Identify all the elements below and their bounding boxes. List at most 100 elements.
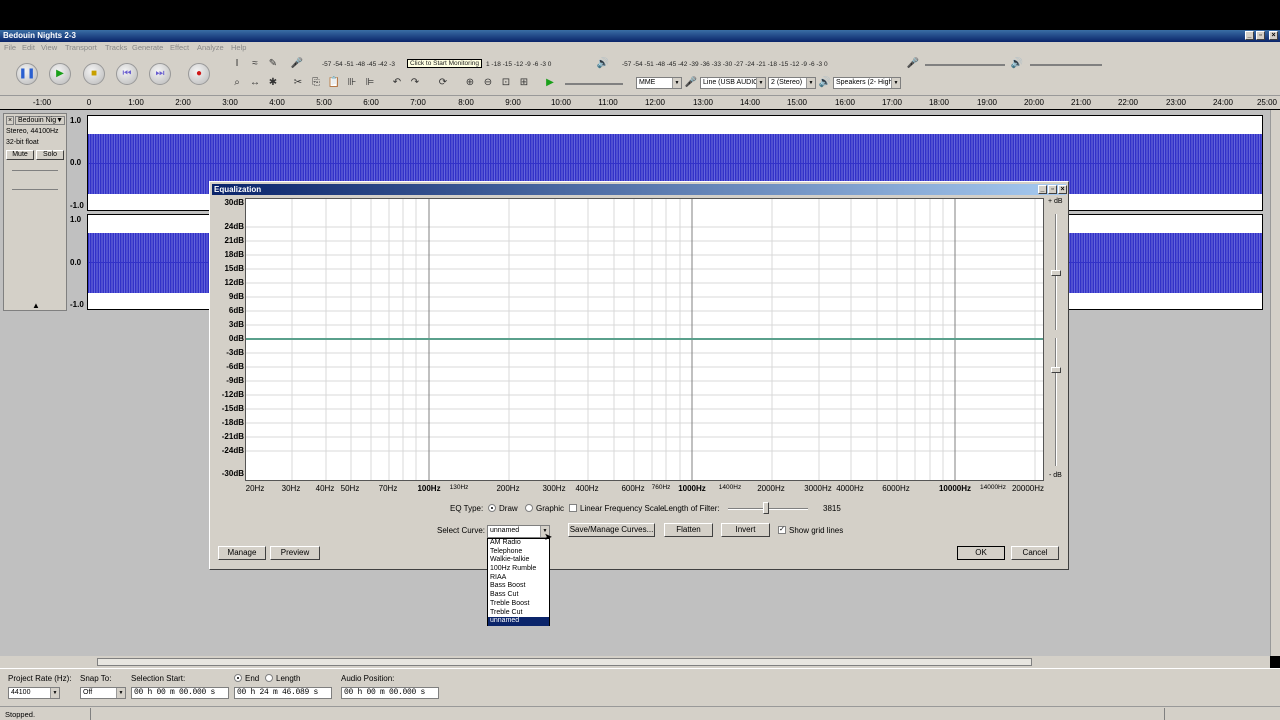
pan-slider[interactable]: [12, 189, 58, 190]
curve-option-treble-boost[interactable]: Treble Boost: [488, 600, 549, 609]
maximize-icon[interactable]: ▫: [1048, 185, 1057, 194]
project-rate-select[interactable]: 44100 ▼: [8, 687, 60, 699]
manage-button[interactable]: Manage: [218, 546, 266, 560]
preview-button[interactable]: Preview: [270, 546, 320, 560]
select-curve-combo[interactable]: unnamed ▼: [487, 525, 550, 538]
menu-tracks[interactable]: Tracks: [105, 43, 127, 52]
cancel-button[interactable]: Cancel: [1011, 546, 1059, 560]
menu-effect[interactable]: Effect: [170, 43, 189, 52]
graphic-radio[interactable]: [525, 504, 533, 512]
vertical-scrollbar[interactable]: [1270, 110, 1280, 656]
db-max-slider[interactable]: [1051, 270, 1061, 276]
trim-icon[interactable]: ⊪: [345, 76, 359, 90]
timeline-ruler[interactable]: -1:00 0 1:00 2:00 3:00 4:00 5:00 6:00 7:…: [0, 95, 1280, 109]
paste-icon[interactable]: 📋: [327, 76, 341, 90]
show-grid-checkbox[interactable]: ✓: [778, 526, 786, 534]
close-icon[interactable]: ×: [1058, 185, 1067, 194]
draw-radio[interactable]: [488, 504, 496, 512]
curve-option-telephone[interactable]: Telephone: [488, 548, 549, 557]
record-meter-icon[interactable]: 🎤: [290, 57, 304, 71]
monitor-tooltip[interactable]: Click to Start Monitoring: [407, 59, 482, 68]
multi-tool-icon[interactable]: ✱: [266, 76, 280, 90]
scrollbar-thumb[interactable]: [97, 658, 1032, 666]
minimize-icon[interactable]: _: [1038, 185, 1047, 194]
input-device-select[interactable]: Line (USB AUDIO ▼: [700, 77, 766, 89]
play-button[interactable]: ▶: [49, 63, 71, 85]
close-track-icon[interactable]: ×: [6, 116, 14, 125]
draw-tool-icon[interactable]: ✎: [266, 57, 280, 71]
curve-option-bass-boost[interactable]: Bass Boost: [488, 582, 549, 591]
fit-selection-icon[interactable]: ⊡: [499, 76, 513, 90]
restore-icon[interactable]: ▫: [1256, 31, 1265, 40]
linear-scale-checkbox[interactable]: [569, 504, 577, 512]
menu-help[interactable]: Help: [231, 43, 246, 52]
db-min-slider[interactable]: [1051, 367, 1061, 373]
chevron-down-icon: ▼: [672, 78, 681, 88]
curve-option-unnamed[interactable]: unnamed: [488, 617, 549, 626]
solo-button[interactable]: Solo: [36, 150, 64, 160]
ok-button[interactable]: OK: [957, 546, 1005, 560]
curve-option-walkie-talkie[interactable]: Walkie-talkie: [488, 556, 549, 565]
horizontal-scrollbar[interactable]: [0, 656, 1270, 668]
silence-icon[interactable]: ⊫: [363, 76, 377, 90]
selection-start-field[interactable]: 00 h 00 m 00.000 s: [131, 687, 229, 699]
menu-transport[interactable]: Transport: [65, 43, 97, 52]
selection-end-field[interactable]: 00 h 24 m 46.089 s: [234, 687, 332, 699]
stop-button[interactable]: ■: [83, 63, 105, 85]
end-radio[interactable]: [234, 674, 242, 682]
close-icon[interactable]: ×: [1269, 31, 1278, 40]
zoom-out-icon[interactable]: ⊖: [481, 76, 495, 90]
save-manage-curves-button[interactable]: Save/Manage Curves...: [568, 523, 655, 537]
sync-lock-icon[interactable]: ⟳: [436, 76, 450, 90]
track-name-menu[interactable]: Bedouin Nig ▼: [15, 116, 65, 125]
audio-position-field[interactable]: 00 h 00 m 00.000 s: [341, 687, 439, 699]
output-device-select[interactable]: Speakers (2- High ▼: [833, 77, 901, 89]
curve-option-am-radio[interactable]: AM Radio: [488, 539, 549, 548]
copy-icon[interactable]: ⎘: [309, 76, 323, 90]
length-radio[interactable]: [265, 674, 273, 682]
menu-edit[interactable]: Edit: [22, 43, 35, 52]
menu-file[interactable]: File: [4, 43, 16, 52]
play-meter-icon[interactable]: 🔊: [596, 57, 610, 71]
selection-tool-icon[interactable]: I: [230, 57, 244, 71]
skip-start-button[interactable]: ⏮: [116, 63, 138, 85]
menu-analyze[interactable]: Analyze: [197, 43, 224, 52]
speaker-volume-slider[interactable]: [1030, 64, 1102, 66]
fit-project-icon[interactable]: ⊞: [517, 76, 531, 90]
curve-option-treble-cut[interactable]: Treble Cut: [488, 609, 549, 618]
minimize-icon[interactable]: _: [1245, 31, 1254, 40]
pause-button[interactable]: ❚❚: [16, 63, 38, 85]
menu-view[interactable]: View: [41, 43, 57, 52]
skip-end-button[interactable]: ⏭: [149, 63, 171, 85]
envelope-tool-icon[interactable]: ≈: [248, 57, 262, 71]
timeshift-tool-icon[interactable]: ↔: [248, 76, 262, 90]
audio-host-select[interactable]: MME ▼: [636, 77, 682, 89]
zoom-tool-icon[interactable]: ⌕: [230, 76, 244, 90]
collapse-track-icon[interactable]: ▲: [32, 301, 40, 310]
undo-icon[interactable]: ↶: [390, 76, 404, 90]
flatten-button[interactable]: Flatten: [664, 523, 713, 537]
channels-select[interactable]: 2 (Stereo) ▼: [768, 77, 816, 89]
curve-option-100hz-rumble[interactable]: 100Hz Rumble: [488, 565, 549, 574]
zoom-in-icon[interactable]: ⊕: [463, 76, 477, 90]
track-control-panel[interactable]: × Bedouin Nig ▼ Stereo, 44100Hz 32-bit fl…: [3, 113, 67, 311]
menu-generate[interactable]: Generate: [132, 43, 163, 52]
eq-curve-plot[interactable]: [245, 198, 1044, 481]
record-button[interactable]: ●: [188, 63, 210, 85]
play-speed-slider[interactable]: [565, 83, 623, 85]
gain-slider[interactable]: [12, 170, 58, 171]
ruler-tick: 1:00: [128, 98, 144, 107]
curve-option-bass-cut[interactable]: Bass Cut: [488, 591, 549, 600]
curve-option-riaa[interactable]: RIAA: [488, 574, 549, 583]
invert-button[interactable]: Invert: [721, 523, 770, 537]
snap-to-select[interactable]: Off ▼: [80, 687, 126, 699]
mute-button[interactable]: Mute: [6, 150, 34, 160]
curve-dropdown-list[interactable]: AM Radio Telephone Walkie-talkie 100Hz R…: [487, 538, 550, 626]
cut-icon[interactable]: ✂: [291, 76, 305, 90]
play-at-speed-icon[interactable]: ▶: [543, 76, 557, 90]
ruler-tick: 9:00: [505, 98, 521, 107]
mic-volume-slider[interactable]: [925, 64, 1005, 66]
chevron-down-icon: ▼: [756, 78, 765, 88]
filter-length-thumb[interactable]: [763, 502, 769, 514]
redo-icon[interactable]: ↷: [408, 76, 422, 90]
